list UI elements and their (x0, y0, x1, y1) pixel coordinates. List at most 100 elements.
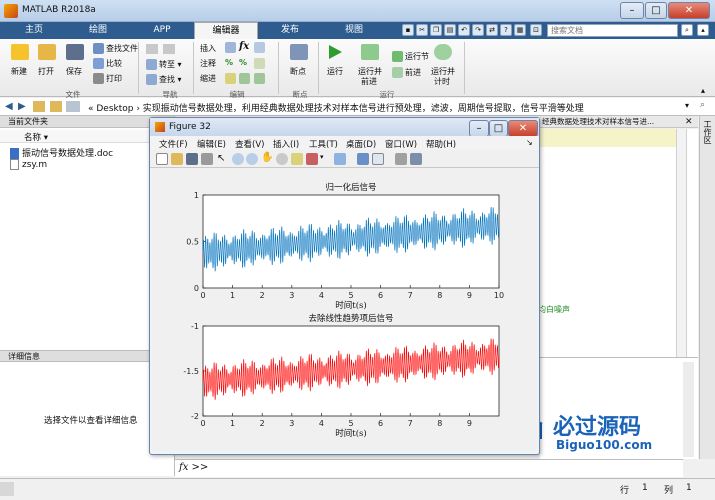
legend-icon[interactable] (372, 153, 384, 165)
indent-left-icon[interactable] (239, 73, 252, 84)
current-folder-path[interactable]: « Desktop › 实现振动信号数据处理，利用经典数据处理技术对样本信号进行… (88, 101, 584, 114)
wrap-comment-icon[interactable] (254, 58, 267, 69)
zoom-in-icon[interactable] (232, 153, 244, 165)
plot-0-xtick-label-9: 9 (467, 291, 472, 300)
back-arrow-icon[interactable]: ◀ (5, 101, 13, 112)
quick-save-icon[interactable]: ▪ (402, 24, 414, 36)
run-section-button[interactable]: 运行节 (392, 51, 429, 62)
comment-button[interactable]: 注释 (200, 58, 216, 69)
command-prompt-bar[interactable]: fx >> (175, 459, 683, 477)
find-button[interactable]: 查找 ▾ (146, 74, 182, 85)
data-cursor-icon[interactable] (291, 153, 303, 165)
quick-cut-icon[interactable]: ✂ (416, 24, 428, 36)
show-plot-tools-icon[interactable] (410, 153, 422, 165)
close-button[interactable]: ✕ (668, 2, 710, 19)
search-input[interactable]: 搜索文档 (547, 24, 678, 37)
breakpoints-button[interactable]: 断点 (290, 66, 306, 77)
tab-editor[interactable]: 编辑器 (194, 22, 258, 39)
smart-indent-icon[interactable] (225, 73, 238, 84)
tab-apps[interactable]: APP (130, 22, 194, 39)
link-plot-icon[interactable] (334, 153, 346, 165)
indent-right-icon[interactable] (254, 73, 267, 84)
print-figure-icon[interactable] (201, 153, 213, 165)
tab-plots[interactable]: 绘图 (66, 22, 130, 39)
new-button[interactable]: 新建 (11, 66, 27, 77)
path-dropdown-icon[interactable]: ▾ (685, 101, 689, 110)
command-prompt[interactable]: fx >> (179, 462, 208, 473)
figure-canvas[interactable]: 0 1 2 3 4 5 6 7 8 9 10 0 0.5 1 归一化后信号 时间t(s) 0 1 2 3 4 5 6 7 8 9 -… (152, 168, 537, 451)
quick-copy-icon[interactable]: ❐ (430, 24, 442, 36)
goto-button[interactable]: 转至 ▾ (146, 59, 182, 70)
minimize-button[interactable]: – (620, 2, 644, 19)
figure-menu-desktop[interactable]: 桌面(D) (346, 138, 376, 150)
tab-home[interactable]: 主页 (2, 22, 66, 39)
uncomment-percent-icon[interactable]: % (239, 58, 247, 67)
search-folder-icon[interactable]: ⌕ (700, 100, 705, 110)
save-button[interactable]: 保存 (66, 66, 82, 77)
undo-icon[interactable]: ↶ (458, 24, 470, 36)
figure-menu-window[interactable]: 窗口(W) (385, 138, 417, 150)
folder-toggle-icon[interactable] (66, 101, 80, 112)
collapse-ribbon-icon[interactable]: ▴ (697, 24, 709, 36)
list-item[interactable]: zsy.m (10, 159, 47, 170)
compare-button[interactable]: 比较 (93, 58, 122, 69)
collapse-toolstrip-icon[interactable]: ▴ (701, 86, 705, 95)
comment-percent-icon[interactable]: % (225, 58, 233, 67)
figure-maximize-button[interactable]: □ (489, 120, 508, 137)
figure-menu-file[interactable]: 文件(F) (159, 138, 188, 150)
command-scrollbar[interactable] (683, 362, 694, 457)
editor-tab-label[interactable]: 经典数据处理技术对样本信号进... (540, 116, 698, 128)
figure-menu-edit[interactable]: 编辑(E) (197, 138, 226, 150)
redo-icon[interactable]: ↷ (472, 24, 484, 36)
figure-menu-help[interactable]: 帮助(H) (426, 138, 456, 150)
zoom-out-icon[interactable] (246, 153, 258, 165)
figure-menu-view[interactable]: 查看(V) (235, 138, 264, 150)
code-area[interactable] (540, 147, 676, 357)
layout-icon[interactable]: ▦ (514, 24, 526, 36)
run-button[interactable]: 运行 (327, 66, 343, 77)
pan-hand-icon[interactable]: ✋ (261, 152, 273, 163)
run-time-line2[interactable]: 计时 (434, 76, 450, 87)
editor-scrollbar[interactable] (676, 129, 686, 357)
tab-view[interactable]: 视图 (322, 22, 386, 39)
select-arrow-icon[interactable]: ↖ (217, 153, 225, 164)
open-file-icon[interactable] (171, 153, 183, 165)
folder-up-icon[interactable] (33, 101, 45, 112)
browse-folder-icon[interactable] (50, 101, 62, 112)
advance-button[interactable]: 前进 (392, 67, 421, 78)
search-icon[interactable]: ⌕ (681, 24, 693, 36)
figure-menu-insert[interactable]: 插入(I) (273, 138, 299, 150)
figure-minimize-button[interactable]: – (469, 120, 489, 137)
figure-menu-dock-icon[interactable]: ↘ (526, 138, 533, 147)
help-icon[interactable]: ? (500, 24, 512, 36)
undock-icon[interactable]: ⊡ (530, 24, 542, 36)
new-figure-icon[interactable] (156, 153, 168, 165)
figure-window[interactable]: Figure 32 – □ ✕ 文件(F) 编辑(E) 查看(V) 插入(I) … (149, 117, 540, 455)
indent-button[interactable]: 缩进 (200, 73, 216, 84)
list-item[interactable]: 振动信号数据处理.doc (10, 146, 113, 159)
brush-dropdown-icon[interactable]: ▾ (320, 153, 324, 161)
workspace-collapsed-tab[interactable]: 工作区 (699, 116, 715, 459)
hide-plot-tools-icon[interactable] (395, 153, 407, 165)
rotate-3d-icon[interactable] (276, 153, 288, 165)
colorbar-icon[interactable] (357, 153, 369, 165)
insert-dropdown-icon[interactable] (254, 42, 267, 53)
figure-close-button[interactable]: ✕ (508, 120, 538, 137)
save-figure-icon[interactable] (186, 153, 198, 165)
figure-menu-tools[interactable]: 工具(T) (309, 138, 338, 150)
switch-window-icon[interactable]: ⇄ (486, 24, 498, 36)
find-files-button[interactable]: 查找文件 (93, 43, 138, 54)
insert-button[interactable]: 插入 (200, 43, 216, 54)
brush-icon[interactable] (306, 153, 318, 165)
insert-section-icon[interactable] (225, 42, 238, 53)
quick-paste-icon[interactable]: ▤ (444, 24, 456, 36)
forward-arrow-icon[interactable]: ▶ (18, 101, 26, 112)
maximize-button[interactable]: □ (645, 2, 667, 19)
print-button[interactable]: 打印 (93, 73, 122, 84)
run-advance-line2[interactable]: 前进 (361, 76, 377, 87)
name-column-header[interactable]: 名称 ▾ (24, 131, 48, 143)
tab-publish[interactable]: 发布 (258, 22, 322, 39)
editor-close-icon[interactable]: ✕ (685, 117, 693, 127)
open-button[interactable]: 打开 (38, 66, 54, 77)
fx-icon[interactable]: fx (239, 41, 249, 52)
